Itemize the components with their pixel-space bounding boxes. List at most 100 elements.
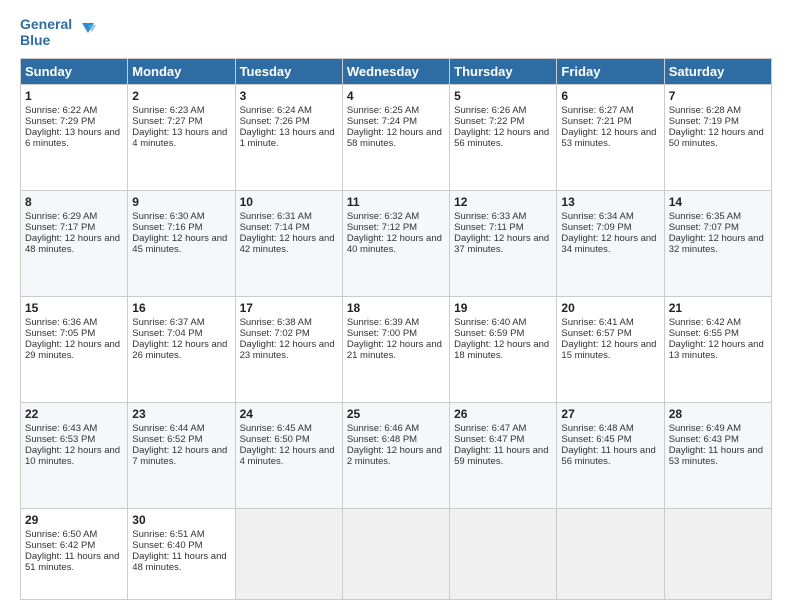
- daylight-label: Daylight: 11 hours and 48 minutes.: [132, 551, 226, 573]
- sunset-label: Sunset: 7:21 PM: [561, 116, 631, 127]
- table-row: 9Sunrise: 6:30 AMSunset: 7:16 PMDaylight…: [128, 191, 235, 297]
- table-row: 30Sunrise: 6:51 AMSunset: 6:40 PMDayligh…: [128, 509, 235, 600]
- daylight-label: Daylight: 11 hours and 53 minutes.: [669, 445, 763, 467]
- sunrise-label: Sunrise: 6:26 AM: [454, 105, 526, 116]
- sunrise-label: Sunrise: 6:35 AM: [669, 211, 741, 222]
- sunrise-label: Sunrise: 6:34 AM: [561, 211, 633, 222]
- daylight-label: Daylight: 12 hours and 2 minutes.: [347, 445, 442, 467]
- daylight-label: Daylight: 12 hours and 26 minutes.: [132, 339, 227, 361]
- day-number: 15: [25, 301, 123, 315]
- sunrise-label: Sunrise: 6:25 AM: [347, 105, 419, 116]
- sunrise-label: Sunrise: 6:33 AM: [454, 211, 526, 222]
- daylight-label: Daylight: 12 hours and 45 minutes.: [132, 233, 227, 255]
- sunrise-label: Sunrise: 6:46 AM: [347, 423, 419, 434]
- sunrise-label: Sunrise: 6:28 AM: [669, 105, 741, 116]
- day-number: 14: [669, 195, 767, 209]
- daylight-label: Daylight: 12 hours and 37 minutes.: [454, 233, 549, 255]
- table-row: 17Sunrise: 6:38 AMSunset: 7:02 PMDayligh…: [235, 297, 342, 403]
- sunrise-label: Sunrise: 6:38 AM: [240, 317, 312, 328]
- daylight-label: Daylight: 12 hours and 10 minutes.: [25, 445, 120, 467]
- table-row: 11Sunrise: 6:32 AMSunset: 7:12 PMDayligh…: [342, 191, 449, 297]
- sunset-label: Sunset: 6:47 PM: [454, 434, 524, 445]
- col-wednesday: Wednesday: [342, 59, 449, 85]
- table-row: 19Sunrise: 6:40 AMSunset: 6:59 PMDayligh…: [450, 297, 557, 403]
- sunset-label: Sunset: 6:53 PM: [25, 434, 95, 445]
- daylight-label: Daylight: 12 hours and 56 minutes.: [454, 127, 549, 149]
- table-row: 14Sunrise: 6:35 AMSunset: 7:07 PMDayligh…: [664, 191, 771, 297]
- day-number: 25: [347, 407, 445, 421]
- sunrise-label: Sunrise: 6:39 AM: [347, 317, 419, 328]
- day-number: 24: [240, 407, 338, 421]
- daylight-label: Daylight: 12 hours and 4 minutes.: [240, 445, 335, 467]
- sunrise-label: Sunrise: 6:22 AM: [25, 105, 97, 116]
- col-thursday: Thursday: [450, 59, 557, 85]
- day-number: 10: [240, 195, 338, 209]
- sunset-label: Sunset: 7:16 PM: [132, 222, 202, 233]
- sunset-label: Sunset: 7:17 PM: [25, 222, 95, 233]
- day-number: 11: [347, 195, 445, 209]
- calendar-table: Sunday Monday Tuesday Wednesday Thursday…: [20, 58, 772, 600]
- table-row: 20Sunrise: 6:41 AMSunset: 6:57 PMDayligh…: [557, 297, 664, 403]
- day-number: 5: [454, 89, 552, 103]
- sunset-label: Sunset: 6:48 PM: [347, 434, 417, 445]
- table-row: 6Sunrise: 6:27 AMSunset: 7:21 PMDaylight…: [557, 85, 664, 191]
- daylight-label: Daylight: 12 hours and 18 minutes.: [454, 339, 549, 361]
- daylight-label: Daylight: 12 hours and 58 minutes.: [347, 127, 442, 149]
- table-row: 1Sunrise: 6:22 AMSunset: 7:29 PMDaylight…: [21, 85, 128, 191]
- sunrise-label: Sunrise: 6:47 AM: [454, 423, 526, 434]
- day-number: 8: [25, 195, 123, 209]
- day-number: 26: [454, 407, 552, 421]
- sunrise-label: Sunrise: 6:30 AM: [132, 211, 204, 222]
- table-row: 27Sunrise: 6:48 AMSunset: 6:45 PMDayligh…: [557, 403, 664, 509]
- day-number: 20: [561, 301, 659, 315]
- sunrise-label: Sunrise: 6:29 AM: [25, 211, 97, 222]
- sunrise-label: Sunrise: 6:31 AM: [240, 211, 312, 222]
- sunrise-label: Sunrise: 6:36 AM: [25, 317, 97, 328]
- daylight-label: Daylight: 11 hours and 51 minutes.: [25, 551, 119, 573]
- table-row: [557, 509, 664, 600]
- daylight-label: Daylight: 12 hours and 48 minutes.: [25, 233, 120, 255]
- sunset-label: Sunset: 6:57 PM: [561, 328, 631, 339]
- table-row: 2Sunrise: 6:23 AMSunset: 7:27 PMDaylight…: [128, 85, 235, 191]
- sunset-label: Sunset: 6:45 PM: [561, 434, 631, 445]
- daylight-label: Daylight: 11 hours and 56 minutes.: [561, 445, 655, 467]
- table-row: 29 Sunrise: 6:50 AMSunset: 6:42 PMDayligh…: [21, 509, 128, 600]
- sunset-label: Sunset: 7:14 PM: [240, 222, 310, 233]
- table-row: 13Sunrise: 6:34 AMSunset: 7:09 PMDayligh…: [557, 191, 664, 297]
- table-row: 7Sunrise: 6:28 AMSunset: 7:19 PMDaylight…: [664, 85, 771, 191]
- daylight-label: Daylight: 12 hours and 42 minutes.: [240, 233, 335, 255]
- sunset-label: Sunset: 6:59 PM: [454, 328, 524, 339]
- daylight-label: Daylight: 12 hours and 53 minutes.: [561, 127, 656, 149]
- daylight-label: Daylight: 13 hours and 4 minutes.: [132, 127, 227, 149]
- sunset-label: Sunset: 7:27 PM: [132, 116, 202, 127]
- logo-wrapper: General Blue: [20, 16, 96, 48]
- sunrise-label: Sunrise: 6:45 AM: [240, 423, 312, 434]
- table-row: 18Sunrise: 6:39 AMSunset: 7:00 PMDayligh…: [342, 297, 449, 403]
- daylight-label: Daylight: 12 hours and 13 minutes.: [669, 339, 764, 361]
- header: General Blue: [20, 16, 772, 48]
- day-number: 4: [347, 89, 445, 103]
- day-number: 29: [25, 513, 123, 527]
- sunrise-label: Sunrise: 6:40 AM: [454, 317, 526, 328]
- table-row: 25 Sunrise: 6:46 AMSunset: 6:48 PMDayligh…: [342, 403, 449, 509]
- daylight-label: Daylight: 12 hours and 50 minutes.: [669, 127, 764, 149]
- daylight-label: Daylight: 12 hours and 32 minutes.: [669, 233, 764, 255]
- day-number: 27: [561, 407, 659, 421]
- day-number: 30: [132, 513, 230, 527]
- logo-text: General Blue: [20, 16, 72, 48]
- col-sunday: Sunday: [21, 59, 128, 85]
- sunrise-label: Sunrise: 6:50 AM: [25, 529, 97, 540]
- sunset-label: Sunset: 7:02 PM: [240, 328, 310, 339]
- sunset-label: Sunset: 7:26 PM: [240, 116, 310, 127]
- sunset-label: Sunset: 6:52 PM: [132, 434, 202, 445]
- sunset-label: Sunset: 7:04 PM: [132, 328, 202, 339]
- table-row: [450, 509, 557, 600]
- table-row: 4 Sunrise: 6:25 AMSunset: 7:24 PMDaylight…: [342, 85, 449, 191]
- logo-line1: General: [20, 16, 72, 32]
- sunset-label: Sunset: 6:55 PM: [669, 328, 739, 339]
- sunset-label: Sunset: 6:42 PM: [25, 540, 95, 551]
- daylight-label: Daylight: 11 hours and 59 minutes.: [454, 445, 548, 467]
- sunset-label: Sunset: 7:24 PM: [347, 116, 417, 127]
- table-row: 3Sunrise: 6:24 AMSunset: 7:26 PMDaylight…: [235, 85, 342, 191]
- day-number: 7: [669, 89, 767, 103]
